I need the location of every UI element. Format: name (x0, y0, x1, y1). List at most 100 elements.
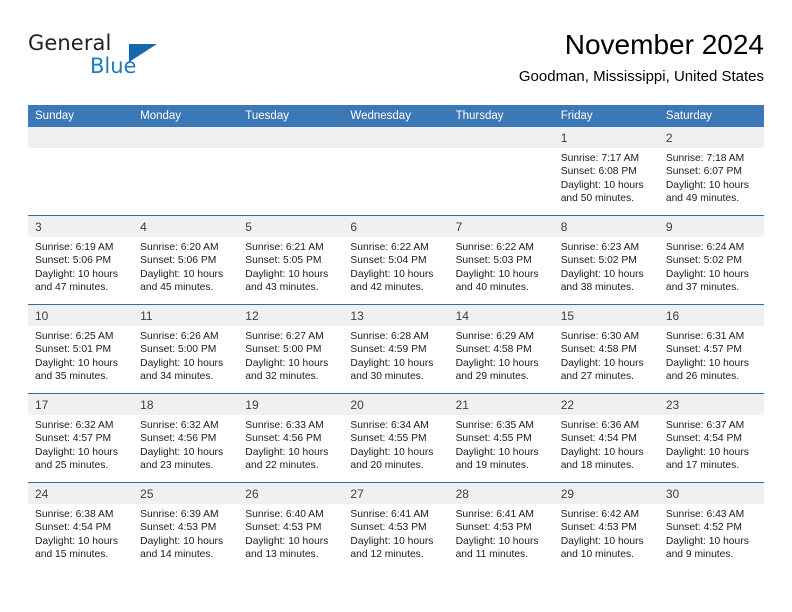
calendar-day-cell[interactable]: 15 Sunrise: 6:30 AM Sunset: 4:58 PM Dayligh… (553, 304, 659, 394)
day-cell-inner: 21 Sunrise: 6:35 AM Sunset: 4:55 PM Dayligh… (448, 394, 554, 482)
day-details: Sunrise: 6:24 AM Sunset: 5:02 PM Daylight:… (659, 237, 764, 295)
daylight-duration-line2: and 19 minutes. (455, 460, 529, 472)
day-cell-inner: 8 Sunrise: 6:23 AM Sunset: 5:02 PM Daylight… (553, 216, 659, 304)
calendar-day-cell[interactable]: 22 Sunrise: 6:36 AM Sunset: 4:54 PM Dayligh… (553, 393, 659, 483)
calendar-day-cell[interactable]: 18 Sunrise: 6:32 AM Sunset: 4:56 PM Dayligh… (133, 393, 239, 483)
daylight-duration-line1: Daylight: 10 hours (245, 446, 329, 458)
daylight-duration-line2: and 10 minutes. (560, 549, 634, 561)
sunrise-time: Sunrise: 6:22 AM (350, 242, 429, 253)
daylight-duration-line1: Daylight: 10 hours (245, 535, 329, 547)
day-number: 17 (28, 394, 134, 415)
day-details: Sunrise: 6:39 AM Sunset: 4:53 PM Daylight:… (133, 504, 238, 562)
day-cell-inner: 4 Sunrise: 6:20 AM Sunset: 5:06 PM Daylight… (133, 216, 239, 304)
calendar-day-cell[interactable]: 30 Sunrise: 6:43 AM Sunset: 4:52 PM Dayligh… (658, 482, 764, 571)
day-number: 19 (238, 394, 344, 415)
sunset-time: Sunset: 4:55 PM (350, 433, 427, 445)
day-cell-inner: 15 Sunrise: 6:30 AM Sunset: 4:58 PM Dayligh… (553, 305, 659, 393)
sunrise-time: Sunrise: 6:29 AM (455, 331, 534, 342)
daylight-duration-line2: and 22 minutes. (245, 460, 319, 472)
daylight-duration-line2: and 12 minutes. (350, 549, 424, 561)
day-number: 27 (343, 483, 449, 504)
calendar-day-cell[interactable]: 1 Sunrise: 7:17 AM Sunset: 6:08 PM Daylight… (553, 127, 659, 216)
sunset-time: Sunset: 5:02 PM (665, 255, 742, 267)
sunrise-time: Sunrise: 6:23 AM (560, 242, 640, 253)
calendar-day-cell[interactable]: 13 Sunrise: 6:28 AM Sunset: 4:59 PM Dayligh… (343, 304, 449, 394)
day-details: Sunrise: 6:22 AM Sunset: 5:03 PM Daylight:… (449, 237, 554, 295)
calendar-day-cell[interactable]: 9 Sunrise: 6:24 AM Sunset: 5:02 PM Daylight… (658, 215, 764, 305)
calendar-day-cell[interactable]: 25 Sunrise: 6:39 AM Sunset: 4:53 PM Dayligh… (133, 482, 239, 571)
daylight-duration-line1: Daylight: 10 hours (665, 535, 749, 547)
calendar-day-cell[interactable]: 14 Sunrise: 6:29 AM Sunset: 4:58 PM Dayligh… (448, 304, 554, 394)
calendar-day-cell[interactable]: 11 Sunrise: 6:26 AM Sunset: 5:00 PM Dayligh… (133, 304, 239, 394)
day-number: 2 (658, 127, 764, 148)
calendar-day-cell[interactable]: 17 Sunrise: 6:32 AM Sunset: 4:57 PM Dayligh… (28, 393, 134, 483)
calendar-week-row: 24 Sunrise: 6:38 AM Sunset: 4:54 PM Dayligh… (28, 482, 764, 571)
page-header: General Blue November 2024 Goodman, Miss… (28, 28, 764, 94)
daylight-duration-line1: Daylight: 10 hours (140, 268, 224, 280)
weekday-header-thursday: Thursday (448, 105, 554, 127)
day-details: Sunrise: 7:17 AM Sunset: 6:08 PM Daylight:… (554, 148, 659, 206)
daylight-duration-line1: Daylight: 10 hours (35, 268, 118, 280)
calendar-day-cell[interactable]: 21 Sunrise: 6:35 AM Sunset: 4:55 PM Dayligh… (448, 393, 554, 483)
calendar-day-cell[interactable]: 26 Sunrise: 6:40 AM Sunset: 4:53 PM Dayligh… (238, 482, 344, 571)
sunset-time: Sunset: 4:54 PM (35, 522, 112, 534)
calendar-day-cell[interactable]: 23 Sunrise: 6:37 AM Sunset: 4:54 PM Dayligh… (658, 393, 764, 483)
day-details: Sunrise: 6:30 AM Sunset: 4:58 PM Daylight:… (554, 326, 659, 384)
sunset-time: Sunset: 4:53 PM (455, 522, 532, 534)
day-number: 29 (553, 483, 659, 504)
sunset-time: Sunset: 4:56 PM (140, 433, 217, 445)
calendar-day-cell[interactable]: 2 Sunrise: 7:18 AM Sunset: 6:07 PM Daylight… (658, 127, 764, 216)
day-details: Sunrise: 6:42 AM Sunset: 4:53 PM Daylight:… (554, 504, 659, 562)
sunset-time: Sunset: 4:59 PM (350, 344, 427, 356)
day-number: 5 (238, 216, 344, 237)
calendar-day-cell[interactable]: 16 Sunrise: 6:31 AM Sunset: 4:57 PM Dayligh… (658, 304, 764, 394)
calendar-day-cell[interactable]: 27 Sunrise: 6:41 AM Sunset: 4:53 PM Dayligh… (343, 482, 449, 571)
calendar-day-cell[interactable]: 19 Sunrise: 6:33 AM Sunset: 4:56 PM Dayligh… (238, 393, 344, 483)
logo-text-general: General (28, 31, 112, 55)
calendar-day-cell[interactable]: 8 Sunrise: 6:23 AM Sunset: 5:02 PM Daylight… (553, 215, 659, 305)
sunrise-time: Sunrise: 6:31 AM (665, 331, 745, 342)
sunset-time: Sunset: 4:57 PM (665, 344, 742, 356)
daylight-duration-line1: Daylight: 10 hours (350, 535, 434, 547)
day-cell-inner: 11 Sunrise: 6:26 AM Sunset: 5:00 PM Dayligh… (133, 305, 239, 393)
calendar-day-cell[interactable]: 6 Sunrise: 6:22 AM Sunset: 5:04 PM Daylight… (343, 215, 449, 305)
day-number: 7 (448, 216, 554, 237)
location-subtitle: Goodman, Mississippi, United States (518, 68, 764, 85)
daylight-duration-line2: and 50 minutes. (560, 193, 634, 205)
calendar-day-cell[interactable]: 29 Sunrise: 6:42 AM Sunset: 4:53 PM Dayligh… (553, 482, 659, 571)
sunset-time: Sunset: 4:53 PM (560, 522, 637, 534)
daylight-duration-line1: Daylight: 10 hours (35, 357, 118, 369)
daylight-duration-line1: Daylight: 10 hours (665, 268, 749, 280)
sunrise-time: Sunrise: 6:40 AM (245, 509, 324, 520)
calendar-day-cell[interactable]: 10 Sunrise: 6:25 AM Sunset: 5:01 PM Dayligh… (28, 304, 134, 394)
daylight-duration-line2: and 27 minutes. (560, 371, 634, 383)
daylight-duration-line1: Daylight: 10 hours (350, 357, 434, 369)
calendar-day-cell[interactable]: 3 Sunrise: 6:19 AM Sunset: 5:06 PM Daylight… (28, 215, 134, 305)
day-cell-inner: 19 Sunrise: 6:33 AM Sunset: 4:56 PM Dayligh… (238, 394, 344, 482)
daylight-duration-line2: and 26 minutes. (665, 371, 740, 383)
calendar-day-cell[interactable]: 7 Sunrise: 6:22 AM Sunset: 5:03 PM Daylight… (448, 215, 554, 305)
day-details: Sunrise: 6:32 AM Sunset: 4:57 PM Daylight:… (28, 415, 133, 473)
day-number: 22 (553, 394, 659, 415)
day-details: Sunrise: 6:26 AM Sunset: 5:00 PM Daylight:… (133, 326, 238, 384)
calendar-day-cell[interactable]: 24 Sunrise: 6:38 AM Sunset: 4:54 PM Dayligh… (28, 482, 134, 571)
calendar-day-cell[interactable]: 5 Sunrise: 6:21 AM Sunset: 5:05 PM Daylight… (238, 215, 344, 305)
sunrise-time: Sunrise: 6:25 AM (35, 331, 114, 342)
daylight-duration-line1: Daylight: 10 hours (665, 446, 749, 458)
daylight-duration-line2: and 14 minutes. (140, 549, 214, 561)
calendar-day-cell[interactable]: 12 Sunrise: 6:27 AM Sunset: 5:00 PM Dayligh… (238, 304, 344, 394)
calendar-day-cell[interactable]: 4 Sunrise: 6:20 AM Sunset: 5:06 PM Daylight… (133, 215, 239, 305)
calendar-day-cell[interactable]: 20 Sunrise: 6:34 AM Sunset: 4:55 PM Dayligh… (343, 393, 449, 483)
day-details: Sunrise: 6:41 AM Sunset: 4:53 PM Daylight:… (449, 504, 554, 562)
day-cell-inner: 10 Sunrise: 6:25 AM Sunset: 5:01 PM Dayligh… (28, 305, 134, 393)
daylight-duration-line1: Daylight: 10 hours (455, 446, 539, 458)
general-blue-logo[interactable]: General Blue (28, 31, 188, 87)
day-details: Sunrise: 7:18 AM Sunset: 6:07 PM Daylight:… (659, 148, 764, 206)
daylight-duration-line2: and 23 minutes. (140, 460, 214, 472)
calendar-day-cell[interactable]: 28 Sunrise: 6:41 AM Sunset: 4:53 PM Dayligh… (448, 482, 554, 571)
day-number: 16 (658, 305, 764, 326)
daylight-duration-line2: and 35 minutes. (35, 371, 109, 383)
day-number: 25 (133, 483, 239, 504)
sunrise-time: Sunrise: 6:36 AM (560, 420, 640, 431)
daylight-duration-line2: and 17 minutes. (665, 460, 740, 472)
